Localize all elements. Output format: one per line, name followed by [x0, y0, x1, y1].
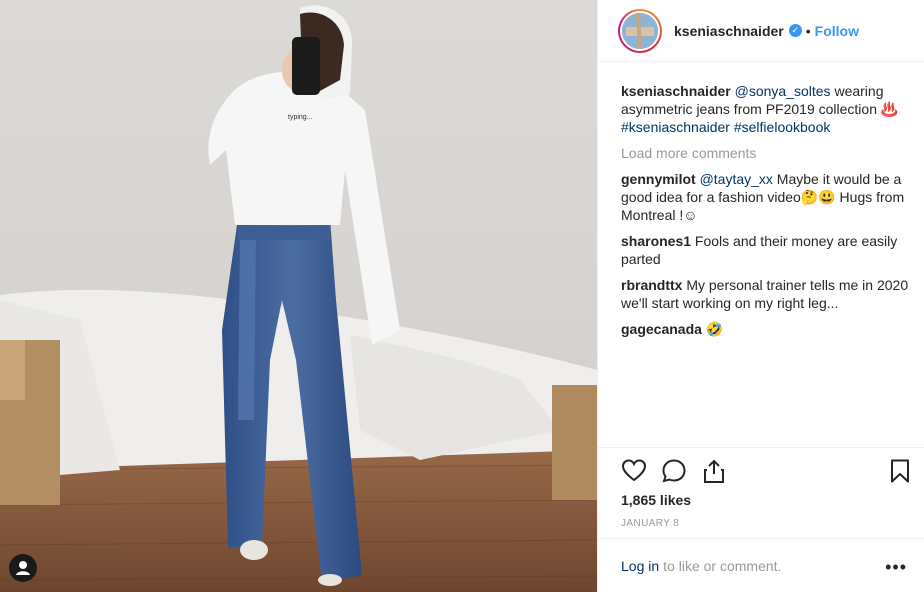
comment-username[interactable]: sharones1: [621, 233, 691, 249]
post-side-panel: kseniaschnaider ✓ • Follow kseniaschnaid…: [597, 0, 924, 592]
post-header: kseniaschnaider ✓ • Follow: [598, 0, 924, 62]
comment-username[interactable]: gennymilot: [621, 171, 696, 187]
load-more-comments[interactable]: Load more comments: [621, 144, 911, 162]
action-bar: [621, 458, 911, 486]
caption-hashtag[interactable]: #selfielookbook: [734, 119, 831, 135]
share-icon[interactable]: [701, 458, 727, 484]
user-tag-icon[interactable]: [9, 554, 37, 582]
caption-username[interactable]: kseniaschnaider: [621, 83, 731, 99]
comment-username[interactable]: rbrandttx: [621, 277, 682, 293]
login-prompt-text: to like or comment.: [663, 557, 782, 574]
likes-count[interactable]: 1,865 likes: [621, 492, 691, 508]
bookmark-icon[interactable]: [887, 458, 913, 484]
comment-item: gennymilot @taytay_xx Maybe it would be …: [621, 170, 911, 224]
separator-dot: •: [805, 22, 811, 39]
caption-hashtag[interactable]: #kseniaschnaider: [621, 119, 730, 135]
comments-list: kseniaschnaider @sonya_soltes wearing as…: [621, 82, 911, 346]
login-footer: Log in to like or comment. •••: [598, 538, 924, 592]
login-link[interactable]: Log in: [621, 558, 659, 574]
comment-item: gagecanada 🤣: [621, 320, 911, 338]
follow-button[interactable]: Follow: [815, 23, 859, 39]
comment-item: rbrandttx My personal trainer tells me i…: [621, 276, 911, 312]
post-date[interactable]: JANUARY 8: [621, 518, 679, 529]
comment-text: 🤣: [701, 321, 724, 337]
more-options-icon[interactable]: •••: [885, 557, 907, 578]
caption: kseniaschnaider @sonya_soltes wearing as…: [621, 82, 911, 136]
hoodie-print-text: typing...: [288, 114, 313, 121]
comment-mention[interactable]: @taytay_xx: [700, 171, 773, 187]
post-photo[interactable]: typing...: [0, 0, 597, 592]
comment-icon[interactable]: [661, 458, 687, 484]
post-author-username[interactable]: kseniaschnaider: [674, 23, 784, 39]
avatar[interactable]: [618, 8, 662, 53]
heart-icon[interactable]: [621, 458, 647, 484]
verified-badge-icon: ✓: [788, 24, 802, 37]
actions-divider: [598, 447, 924, 448]
comment-item: sharones1 Fools and their money are easi…: [621, 232, 911, 268]
photo-illustration: typing...: [0, 0, 597, 592]
caption-mention[interactable]: @sonya_soltes: [735, 83, 831, 99]
avatar-image: [622, 12, 658, 49]
comment-username[interactable]: gagecanada: [621, 321, 702, 337]
